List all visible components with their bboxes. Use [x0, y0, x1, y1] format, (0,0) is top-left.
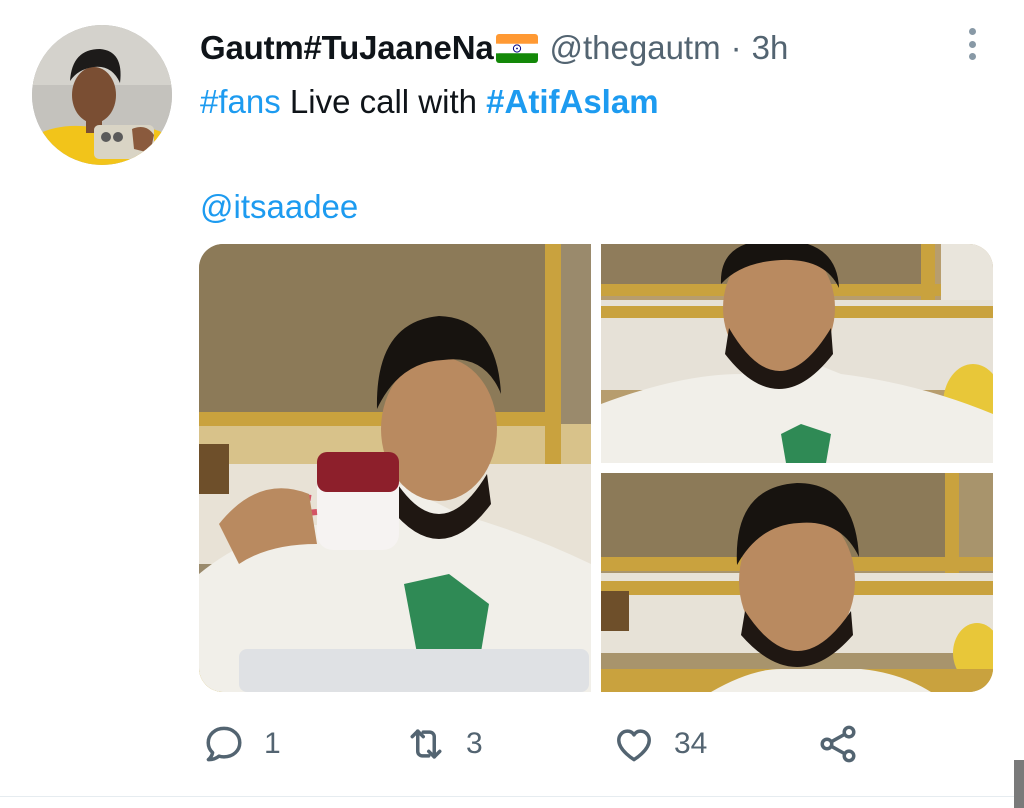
- photo-looking-down[interactable]: [601, 244, 993, 463]
- tweet-time[interactable]: 3h: [752, 26, 789, 70]
- tweet: Gautm#TuJaaneNa @thegautm · 3h #fans Liv…: [0, 0, 1024, 808]
- share-icon: [816, 722, 860, 766]
- avatar[interactable]: [32, 25, 172, 165]
- india-flag-icon: [495, 33, 538, 63]
- like-button[interactable]: 34: [612, 716, 707, 772]
- author-handle[interactable]: @thegautm: [550, 26, 721, 70]
- retweet-button[interactable]: 3: [404, 716, 483, 772]
- hashtag-fans[interactable]: #fans: [200, 83, 281, 120]
- hashtag-atifaslam[interactable]: #AtifAslam: [486, 83, 658, 120]
- tweet-text-line: #fans Live call with #AtifAslam: [200, 80, 659, 124]
- media-grid: [199, 244, 993, 692]
- divider: [0, 796, 1024, 797]
- scrollbar-thumb[interactable]: [1014, 760, 1024, 808]
- reply-button[interactable]: 1: [202, 716, 281, 772]
- tweet-text: Live call with: [280, 83, 487, 120]
- retweet-count: 3: [466, 727, 483, 760]
- like-count: 34: [674, 727, 708, 760]
- reply-icon: [202, 722, 246, 766]
- tweet-mention-line: @itsaadee: [200, 185, 358, 229]
- more-options-icon[interactable]: [960, 24, 984, 64]
- reply-count: 1: [264, 727, 281, 760]
- display-name[interactable]: Gautm#TuJaaneNa: [200, 26, 494, 70]
- avatar-image: [32, 25, 172, 165]
- meta-separator: ·: [730, 29, 742, 66]
- photo-looking-up[interactable]: [601, 473, 993, 692]
- photo-drinking-from-mug[interactable]: [199, 244, 591, 692]
- retweet-icon: [404, 722, 448, 766]
- mention-itsaadee[interactable]: @itsaadee: [200, 188, 358, 225]
- heart-icon: [612, 722, 656, 766]
- tweet-actions: 1 3 34: [0, 716, 1024, 772]
- share-button[interactable]: [816, 716, 860, 772]
- tweet-header: Gautm#TuJaaneNa @thegautm · 3h: [200, 26, 788, 70]
